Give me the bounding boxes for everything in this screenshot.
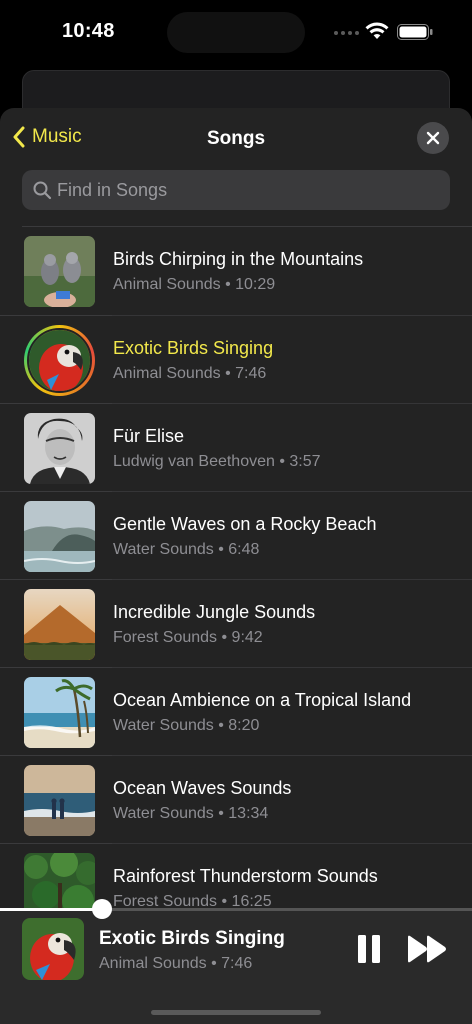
song-title: Rainforest Thunderstorm Sounds — [113, 866, 378, 886]
now-playing-ring — [24, 325, 95, 396]
playback-progress-track[interactable] — [0, 908, 472, 911]
song-row-birds-chirping[interactable]: Birds Chirping in the Mountains Animal S… — [0, 227, 472, 315]
song-title: Ocean Waves Sounds — [113, 778, 292, 798]
playback-scrubber-knob[interactable] — [92, 899, 112, 919]
mini-player[interactable]: Exotic Birds Singing Animal Sounds • 7:4… — [0, 899, 472, 1024]
song-artwork-birds-on-hand — [24, 236, 95, 307]
song-meta: Exotic Birds Singing Animal Sounds • 7:4… — [113, 338, 273, 383]
song-artwork-parrot — [27, 328, 92, 393]
wifi-icon — [365, 22, 389, 39]
cellular-signal-icon — [334, 31, 359, 35]
song-meta: Gentle Waves on a Rocky Beach Water Soun… — [113, 514, 376, 559]
song-meta: Rainforest Thunderstorm Sounds Forest So… — [113, 866, 378, 911]
song-subtitle: Water Sounds • 8:20 — [113, 717, 260, 734]
player-song-title: Exotic Birds Singing — [99, 928, 285, 949]
song-row-jungle-sounds[interactable]: Incredible Jungle Sounds Forest Sounds •… — [0, 579, 472, 667]
song-title: Incredible Jungle Sounds — [113, 602, 316, 622]
song-meta: Ocean Waves Sounds Water Sounds • 13:34 — [113, 778, 291, 823]
song-row-fur-elise[interactable]: Für Elise Ludwig van Beethoven • 3:57 — [0, 403, 472, 491]
song-meta: Ocean Ambience on a Tropical Island Wate… — [113, 690, 411, 735]
dynamic-island — [167, 12, 305, 53]
search-input[interactable] — [57, 179, 437, 201]
page-title: Songs — [206, 128, 266, 149]
song-subtitle: Animal Sounds • 10:29 — [113, 276, 276, 293]
song-meta: Birds Chirping in the Mountains Animal S… — [113, 249, 363, 294]
song-title: Für Elise — [113, 426, 185, 446]
song-artwork-couple-on-shore — [24, 765, 95, 836]
home-indicator[interactable] — [151, 1010, 321, 1015]
song-meta: Für Elise Ludwig van Beethoven • 3:57 — [113, 426, 321, 471]
player-artwork-parrot[interactable] — [22, 918, 84, 980]
song-row-ocean-waves[interactable]: Ocean Waves Sounds Water Sounds • 13:34 — [0, 755, 472, 843]
song-list: Birds Chirping in the Mountains Animal S… — [0, 226, 472, 931]
skip-forward-icon[interactable] — [406, 935, 448, 963]
close-icon — [426, 131, 440, 145]
status-bar: 10:48 — [0, 0, 472, 64]
search-field[interactable] — [22, 170, 450, 210]
close-button[interactable] — [417, 122, 449, 154]
song-row-exotic-birds[interactable]: Exotic Birds Singing Animal Sounds • 7:4… — [0, 315, 472, 403]
song-title: Ocean Ambience on a Tropical Island — [113, 690, 412, 710]
song-artwork-mountain-sunset — [24, 589, 95, 660]
status-time: 10:48 — [62, 20, 115, 42]
song-artwork-beethoven-portrait — [24, 413, 95, 484]
navigation-bar: Music Songs — [0, 108, 472, 170]
player-song-subtitle: Animal Sounds • 7:46 — [99, 955, 253, 972]
song-meta: Incredible Jungle Sounds Forest Sounds •… — [113, 602, 315, 647]
search-icon — [33, 181, 52, 200]
song-subtitle: Ludwig van Beethoven • 3:57 — [113, 453, 321, 470]
song-title: Birds Chirping in the Mountains — [113, 249, 364, 269]
song-subtitle: Animal Sounds • 7:46 — [113, 365, 267, 382]
song-artwork-rocky-beach — [24, 501, 95, 572]
pause-icon[interactable] — [356, 934, 382, 964]
songs-sheet: Music Songs Find in Songs Birds Chirping… — [0, 108, 472, 1024]
song-row-ocean-ambience[interactable]: Ocean Ambience on a Tropical Island Wate… — [0, 667, 472, 755]
song-artwork-palm-beach — [24, 677, 95, 748]
playback-progress-fill — [0, 908, 102, 911]
song-subtitle: Water Sounds • 13:34 — [113, 805, 269, 822]
song-subtitle: Forest Sounds • 9:42 — [113, 629, 263, 646]
song-row-gentle-waves[interactable]: Gentle Waves on a Rocky Beach Water Soun… — [0, 491, 472, 579]
song-subtitle: Water Sounds • 6:48 — [113, 541, 260, 558]
song-title: Exotic Birds Singing — [113, 338, 274, 358]
song-title: Gentle Waves on a Rocky Beach — [113, 514, 377, 534]
battery-icon — [397, 24, 433, 40]
